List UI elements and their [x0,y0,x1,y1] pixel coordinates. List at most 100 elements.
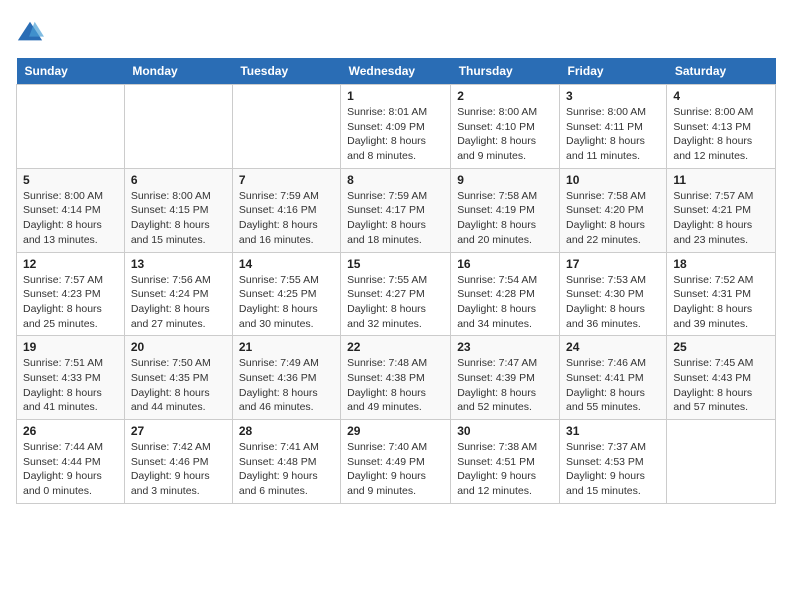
day-number: 25 [673,340,769,354]
day-number: 20 [131,340,226,354]
calendar-week-row: 1 Sunrise: 8:01 AMSunset: 4:09 PMDaylight… [17,85,776,169]
weekday-header-monday: Monday [124,58,232,85]
day-info: Sunrise: 8:00 AMSunset: 4:11 PMDaylight:… [566,105,660,164]
calendar-day-cell: 24 Sunrise: 7:46 AMSunset: 4:41 PMDayligh… [560,336,667,420]
day-info: Sunrise: 7:38 AMSunset: 4:51 PMDaylight:… [457,440,553,499]
day-info: Sunrise: 7:57 AMSunset: 4:23 PMDaylight:… [23,273,118,332]
day-number: 15 [347,257,444,271]
day-info: Sunrise: 7:47 AMSunset: 4:39 PMDaylight:… [457,356,553,415]
day-info: Sunrise: 7:46 AMSunset: 4:41 PMDaylight:… [566,356,660,415]
calendar-day-cell: 18 Sunrise: 7:52 AMSunset: 4:31 PMDayligh… [667,252,776,336]
logo-icon [16,18,44,46]
day-number: 18 [673,257,769,271]
day-number: 10 [566,173,660,187]
calendar-day-cell: 29 Sunrise: 7:40 AMSunset: 4:49 PMDayligh… [341,420,451,504]
day-number: 24 [566,340,660,354]
day-info: Sunrise: 8:01 AMSunset: 4:09 PMDaylight:… [347,105,444,164]
calendar-table: SundayMondayTuesdayWednesdayThursdayFrid… [16,58,776,504]
day-info: Sunrise: 8:00 AMSunset: 4:13 PMDaylight:… [673,105,769,164]
calendar-empty-cell [232,85,340,169]
day-number: 17 [566,257,660,271]
calendar-day-cell: 12 Sunrise: 7:57 AMSunset: 4:23 PMDayligh… [17,252,125,336]
day-number: 7 [239,173,334,187]
day-info: Sunrise: 7:37 AMSunset: 4:53 PMDaylight:… [566,440,660,499]
calendar-day-cell: 23 Sunrise: 7:47 AMSunset: 4:39 PMDayligh… [451,336,560,420]
day-info: Sunrise: 7:58 AMSunset: 4:20 PMDaylight:… [566,189,660,248]
day-info: Sunrise: 7:44 AMSunset: 4:44 PMDaylight:… [23,440,118,499]
calendar-day-cell: 15Sunrise: 7:55 AMSunset: 4:27 PMDayligh… [341,252,451,336]
calendar-day-cell: 3 Sunrise: 8:00 AMSunset: 4:11 PMDaylight… [560,85,667,169]
day-number: 29 [347,424,444,438]
weekday-header-saturday: Saturday [667,58,776,85]
calendar-day-cell: 27Sunrise: 7:42 AMSunset: 4:46 PMDayligh… [124,420,232,504]
calendar-week-row: 5 Sunrise: 8:00 AMSunset: 4:14 PMDaylight… [17,168,776,252]
day-number: 27 [131,424,226,438]
day-info: Sunrise: 7:48 AMSunset: 4:38 PMDaylight:… [347,356,444,415]
day-number: 5 [23,173,118,187]
calendar-day-cell: 2Sunrise: 8:00 AMSunset: 4:10 PMDaylight… [451,85,560,169]
calendar-day-cell: 7 Sunrise: 7:59 AMSunset: 4:16 PMDaylight… [232,168,340,252]
calendar-week-row: 12 Sunrise: 7:57 AMSunset: 4:23 PMDayligh… [17,252,776,336]
calendar-day-cell: 4Sunrise: 8:00 AMSunset: 4:13 PMDaylight… [667,85,776,169]
calendar-day-cell: 17 Sunrise: 7:53 AMSunset: 4:30 PMDayligh… [560,252,667,336]
day-info: Sunrise: 7:53 AMSunset: 4:30 PMDaylight:… [566,273,660,332]
calendar-day-cell: 21 Sunrise: 7:49 AMSunset: 4:36 PMDayligh… [232,336,340,420]
day-number: 22 [347,340,444,354]
calendar-day-cell: 25 Sunrise: 7:45 AMSunset: 4:43 PMDayligh… [667,336,776,420]
calendar-day-cell: 14 Sunrise: 7:55 AMSunset: 4:25 PMDayligh… [232,252,340,336]
day-number: 19 [23,340,118,354]
day-info: Sunrise: 7:52 AMSunset: 4:31 PMDaylight:… [673,273,769,332]
weekday-header-sunday: Sunday [17,58,125,85]
calendar-week-row: 26 Sunrise: 7:44 AMSunset: 4:44 PMDayligh… [17,420,776,504]
calendar-empty-cell [667,420,776,504]
weekday-header-row: SundayMondayTuesdayWednesdayThursdayFrid… [17,58,776,85]
calendar-day-cell: 30 Sunrise: 7:38 AMSunset: 4:51 PMDayligh… [451,420,560,504]
day-number: 30 [457,424,553,438]
day-info: Sunrise: 7:59 AMSunset: 4:17 PMDaylight:… [347,189,444,248]
calendar-day-cell: 26 Sunrise: 7:44 AMSunset: 4:44 PMDayligh… [17,420,125,504]
day-info: Sunrise: 7:50 AMSunset: 4:35 PMDaylight:… [131,356,226,415]
day-number: 16 [457,257,553,271]
logo [16,16,48,46]
day-info: Sunrise: 7:58 AMSunset: 4:19 PMDaylight:… [457,189,553,248]
calendar-week-row: 19 Sunrise: 7:51 AMSunset: 4:33 PMDayligh… [17,336,776,420]
day-number: 2 [457,89,553,103]
day-number: 3 [566,89,660,103]
day-info: Sunrise: 7:51 AMSunset: 4:33 PMDaylight:… [23,356,118,415]
day-number: 14 [239,257,334,271]
calendar-empty-cell [124,85,232,169]
day-number: 11 [673,173,769,187]
calendar-day-cell: 11Sunrise: 7:57 AMSunset: 4:21 PMDayligh… [667,168,776,252]
day-info: Sunrise: 7:59 AMSunset: 4:16 PMDaylight:… [239,189,334,248]
day-info: Sunrise: 7:49 AMSunset: 4:36 PMDaylight:… [239,356,334,415]
day-number: 12 [23,257,118,271]
day-number: 21 [239,340,334,354]
weekday-header-wednesday: Wednesday [341,58,451,85]
calendar-day-cell: 20 Sunrise: 7:50 AMSunset: 4:35 PMDayligh… [124,336,232,420]
calendar-day-cell: 28Sunrise: 7:41 AMSunset: 4:48 PMDayligh… [232,420,340,504]
day-number: 26 [23,424,118,438]
day-number: 1 [347,89,444,103]
day-number: 6 [131,173,226,187]
calendar-day-cell: 1 Sunrise: 8:01 AMSunset: 4:09 PMDaylight… [341,85,451,169]
day-number: 31 [566,424,660,438]
calendar-day-cell: 31 Sunrise: 7:37 AMSunset: 4:53 PMDayligh… [560,420,667,504]
calendar-day-cell: 9 Sunrise: 7:58 AMSunset: 4:19 PMDaylight… [451,168,560,252]
day-number: 23 [457,340,553,354]
day-info: Sunrise: 7:55 AMSunset: 4:25 PMDaylight:… [239,273,334,332]
day-number: 8 [347,173,444,187]
day-info: Sunrise: 7:41 AMSunset: 4:48 PMDaylight:… [239,440,334,499]
day-number: 9 [457,173,553,187]
calendar-day-cell: 10 Sunrise: 7:58 AMSunset: 4:20 PMDayligh… [560,168,667,252]
weekday-header-friday: Friday [560,58,667,85]
calendar-day-cell: 22 Sunrise: 7:48 AMSunset: 4:38 PMDayligh… [341,336,451,420]
calendar-day-cell: 8 Sunrise: 7:59 AMSunset: 4:17 PMDaylight… [341,168,451,252]
day-info: Sunrise: 7:45 AMSunset: 4:43 PMDaylight:… [673,356,769,415]
calendar-day-cell: 5 Sunrise: 8:00 AMSunset: 4:14 PMDaylight… [17,168,125,252]
calendar-day-cell: 16Sunrise: 7:54 AMSunset: 4:28 PMDayligh… [451,252,560,336]
calendar-day-cell: 13Sunrise: 7:56 AMSunset: 4:24 PMDayligh… [124,252,232,336]
day-info: Sunrise: 8:00 AMSunset: 4:14 PMDaylight:… [23,189,118,248]
page-header [16,16,776,46]
day-info: Sunrise: 7:40 AMSunset: 4:49 PMDaylight:… [347,440,444,499]
calendar-day-cell: 6Sunrise: 8:00 AMSunset: 4:15 PMDaylight… [124,168,232,252]
